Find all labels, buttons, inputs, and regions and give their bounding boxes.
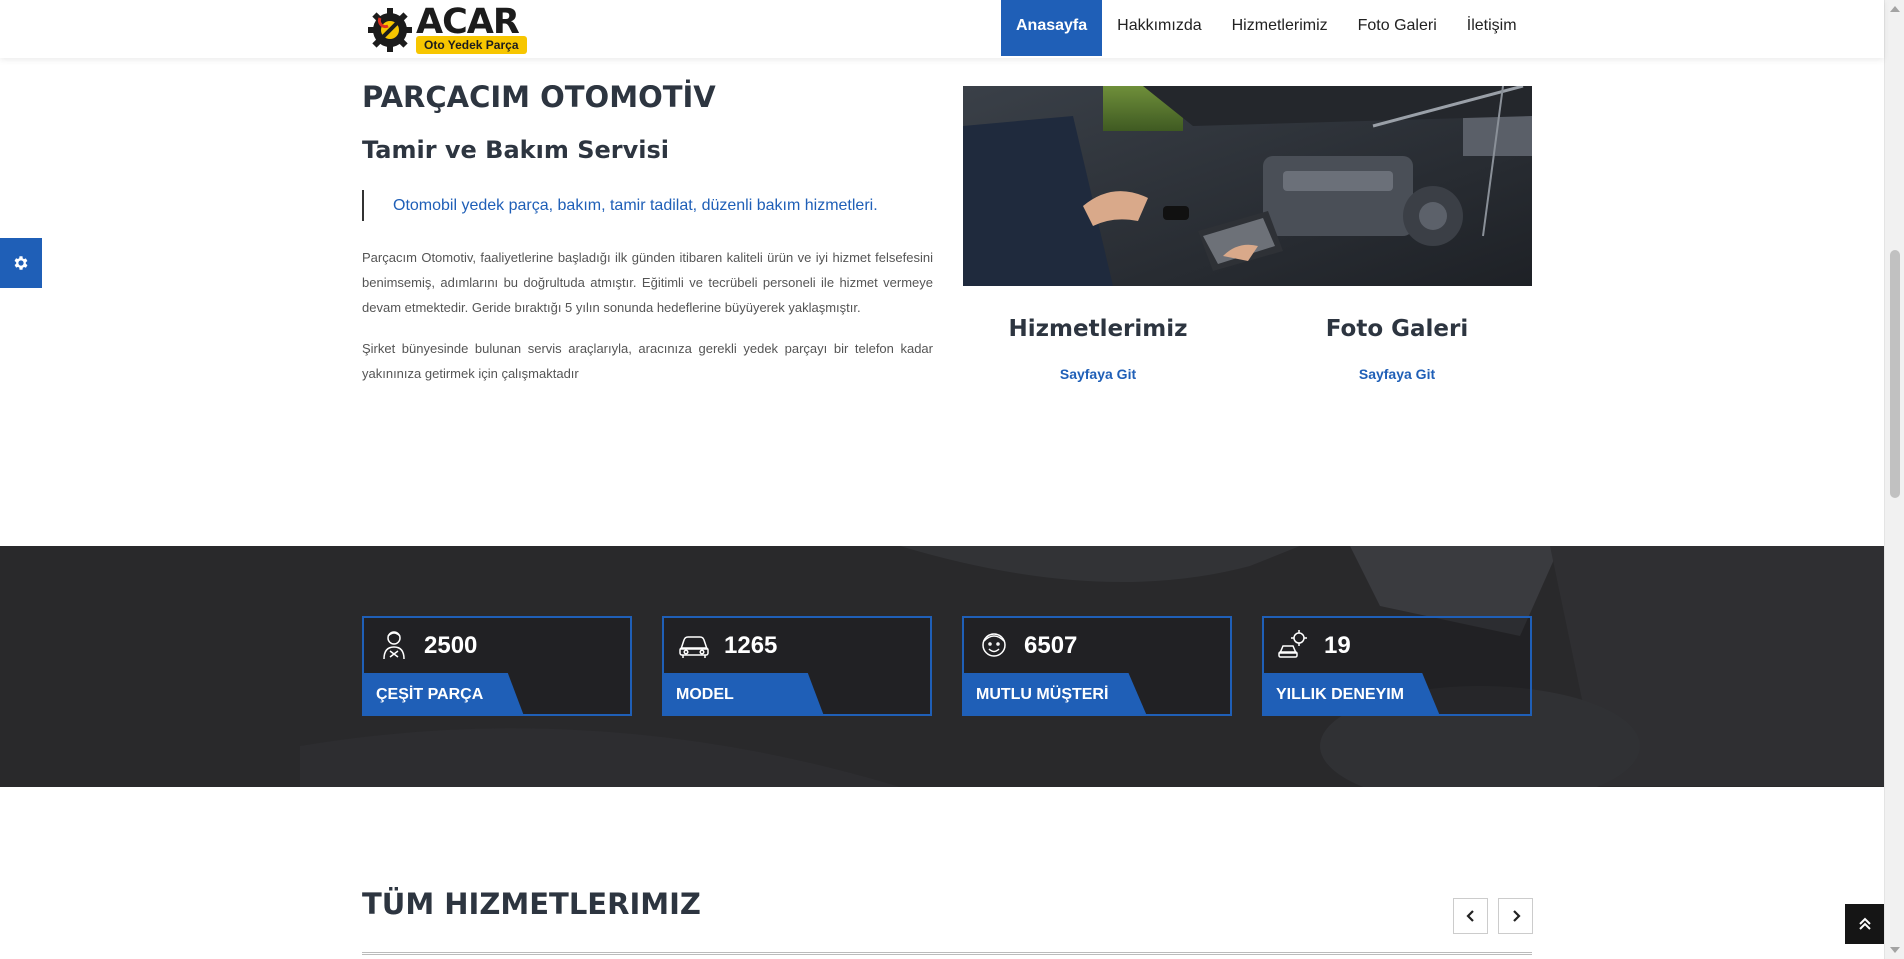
intro-paragraph: Şirket bünyesinde bulunan servis araçlar… — [362, 341, 933, 381]
chevron-right-icon — [1512, 910, 1521, 922]
quick-link-title: Hizmetlerimiz — [1008, 316, 1188, 342]
quick-link-hizmetlerimiz: Hizmetlerimiz Sayfaya Git — [983, 312, 1213, 384]
double-chevron-up-icon — [1858, 917, 1871, 930]
stat-label: YILLIK DENEYIM — [1262, 673, 1440, 716]
site-logo[interactable]: ACAR Oto Yedek Parça — [366, 2, 527, 54]
section-divider — [362, 952, 1532, 955]
site-header: ACAR Oto Yedek Parça Anasayfa Hakkımızda… — [0, 0, 1884, 58]
nav-item-iletisim[interactable]: İletişim — [1452, 0, 1532, 56]
quick-link-foto-galeri: Foto Galeri Sayfaya Git — [1282, 312, 1512, 384]
nav-item-anasayfa[interactable]: Anasayfa — [1001, 0, 1103, 56]
settings-toggle-button[interactable] — [0, 238, 42, 288]
services-title: TÜM HIZMETLERIMIZ — [362, 887, 701, 921]
quick-link-title: Foto Galeri — [1325, 316, 1469, 342]
stats-background-image — [0, 546, 1884, 787]
stat-label: ÇEŞİT PARÇA — [362, 673, 524, 716]
intro-quote: Otomobil yedek parça, bakım, tamir tadil… — [362, 190, 933, 221]
stat-card: 2500 ÇEŞİT PARÇA — [362, 616, 632, 716]
carousel-next-button[interactable] — [1498, 898, 1533, 934]
scrollbar-thumb[interactable] — [1890, 250, 1900, 498]
chevron-left-icon — [1465, 910, 1474, 922]
page-subtitle: Tamir ve Bakım Servisi — [362, 136, 669, 164]
page-scrollbar[interactable] — [1884, 0, 1904, 959]
intro-paragraph: Parçacım Otomotiv, faaliyetlerine başlad… — [362, 250, 933, 315]
mechanic-icon — [383, 631, 405, 660]
stat-card: 19 YILLIK DENEYIM — [1262, 616, 1532, 716]
scroll-up-icon[interactable] — [1890, 6, 1900, 12]
nav-item-hizmetlerimiz[interactable]: Hizmetlerimiz — [1217, 0, 1343, 56]
nav-item-hakkimizda[interactable]: Hakkımızda — [1102, 0, 1216, 56]
go-to-page-link[interactable]: Sayfaya Git — [1359, 366, 1435, 382]
stat-value: 2500 — [424, 632, 478, 659]
gear-icon — [14, 256, 28, 270]
page-title: PARÇACIM OTOMOTİV — [362, 80, 716, 114]
back-to-top-button[interactable] — [1845, 904, 1884, 944]
stat-label: MODEL — [662, 673, 824, 716]
stat-value: 6507 — [1024, 632, 1078, 659]
hero-mechanic-image — [963, 86, 1532, 286]
nav-item-foto-galeri[interactable]: Foto Galeri — [1343, 0, 1452, 56]
logo-gear-icon — [368, 8, 412, 52]
car-icon — [679, 636, 709, 658]
scroll-down-icon[interactable] — [1890, 947, 1900, 953]
stat-label: MUTLU MÜŞTERİ — [962, 673, 1147, 716]
car-gear-icon — [1278, 630, 1307, 658]
stat-value: 19 — [1324, 632, 1351, 659]
intro-section: PARÇACIM OTOMOTİV Tamir ve Bakım Servisi… — [362, 80, 933, 386]
main-nav: Anasayfa Hakkımızda Hizmetlerimiz Foto G… — [1001, 0, 1532, 56]
go-to-page-link[interactable]: Sayfaya Git — [1060, 366, 1136, 382]
happy-customer-icon — [982, 633, 1006, 657]
stat-value: 1265 — [724, 632, 778, 659]
logo-tagline: Oto Yedek Parça — [416, 36, 527, 54]
stats-band: 2500 ÇEŞİT PARÇA 1265 MODEL 6507 MUTLU M… — [0, 546, 1884, 787]
stat-card: 6507 MUTLU MÜŞTERİ — [962, 616, 1232, 716]
stat-card: 1265 MODEL — [662, 616, 932, 716]
carousel-prev-button[interactable] — [1453, 898, 1488, 934]
